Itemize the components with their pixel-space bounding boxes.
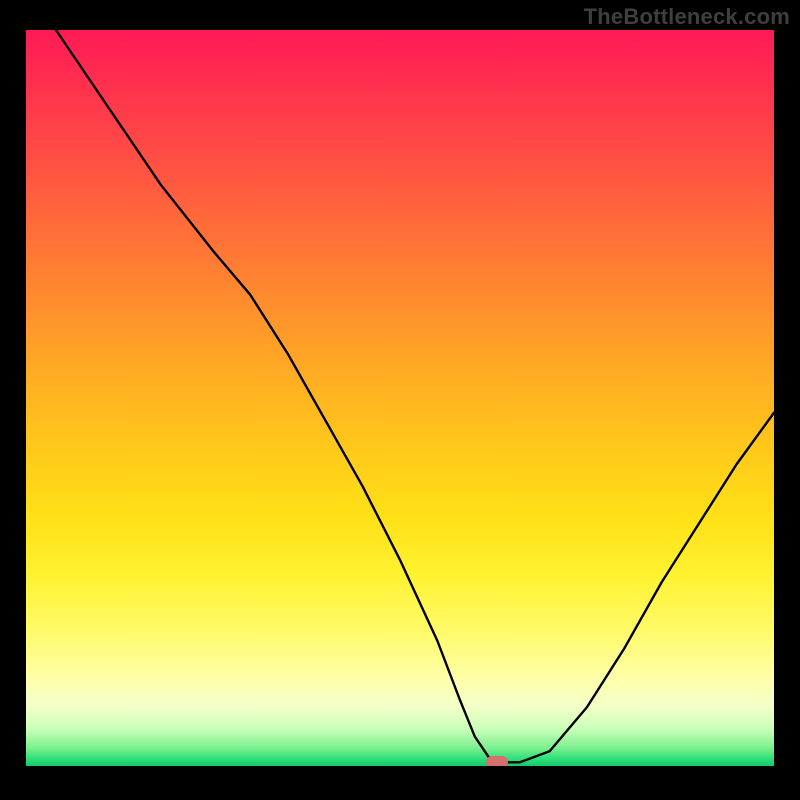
watermark-text: TheBottleneck.com [584,4,790,30]
plot-area [26,30,774,766]
optimum-marker [486,756,508,766]
bottleneck-curve [26,30,774,766]
chart-stage: TheBottleneck.com [0,0,800,800]
